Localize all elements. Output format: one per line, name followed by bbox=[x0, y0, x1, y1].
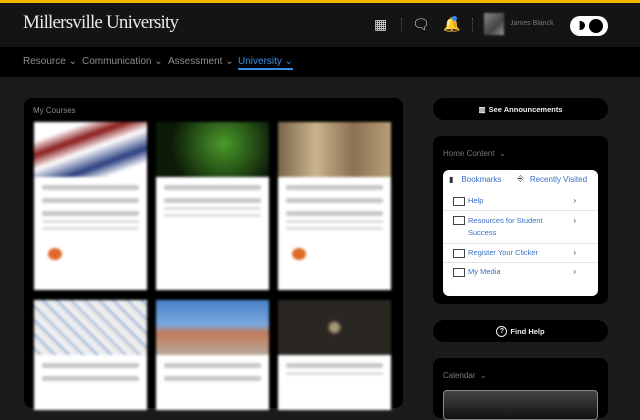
chevron-right-icon: › bbox=[573, 216, 576, 225]
list-item-resources[interactable]: Resources for Student Success › bbox=[443, 211, 598, 244]
nav-communication[interactable]: Communication ⌄ bbox=[82, 56, 163, 67]
panel-title: My Courses bbox=[33, 106, 76, 115]
nav-bar: Resource ⌄ Communication ⌄ Assessment ⌄ … bbox=[0, 47, 640, 77]
folder-icon bbox=[453, 268, 465, 277]
calendar-panel: Calendar ⌄ bbox=[433, 358, 608, 420]
course-card[interactable] bbox=[34, 300, 147, 410]
announcements-icon: ▥ bbox=[478, 104, 486, 114]
course-card[interactable] bbox=[34, 122, 147, 290]
home-content-panel: Home Content ⌄ ▮ Bookmarks ⎆ Recently Vi… bbox=[433, 136, 608, 304]
course-card[interactable] bbox=[278, 300, 391, 410]
see-announcements-button[interactable]: ▥ See Announcements bbox=[433, 98, 608, 120]
home-content-dropdown[interactable]: Home Content ⌄ bbox=[443, 149, 506, 158]
home-content-box: ▮ Bookmarks ⎆ Recently Visited Help › Res… bbox=[443, 170, 598, 296]
list-item-register-clicker[interactable]: Register Your Clicker › bbox=[443, 244, 598, 263]
calendar-widget[interactable] bbox=[443, 390, 598, 420]
bell-icon[interactable]: 🔔 bbox=[443, 16, 460, 33]
folder-icon bbox=[453, 197, 465, 206]
user-name[interactable]: James Blanck bbox=[510, 20, 554, 27]
course-card[interactable] bbox=[156, 122, 269, 290]
course-card[interactable] bbox=[278, 122, 391, 290]
course-card[interactable] bbox=[156, 300, 269, 410]
moon-icon bbox=[579, 21, 585, 30]
chevron-right-icon: › bbox=[573, 196, 576, 205]
calendar-dropdown[interactable]: Calendar ⌄ bbox=[443, 371, 487, 380]
tab-recently-visited[interactable]: Recently Visited bbox=[530, 175, 587, 184]
avatar[interactable] bbox=[484, 13, 504, 35]
chevron-right-icon: › bbox=[573, 248, 576, 257]
folder-icon bbox=[453, 216, 465, 225]
nav-assessment[interactable]: Assessment ⌄ bbox=[168, 56, 234, 67]
chevron-right-icon: › bbox=[573, 267, 576, 276]
grid-icon[interactable]: ▦ bbox=[374, 16, 387, 33]
logo[interactable]: Millersville University bbox=[23, 12, 179, 34]
find-help-button[interactable]: ? Find Help bbox=[433, 320, 608, 342]
list-item-help[interactable]: Help › bbox=[443, 192, 598, 211]
tab-bookmarks[interactable]: Bookmarks bbox=[461, 175, 501, 184]
header: Millersville University ▦ 🗨 🔔 James Blan… bbox=[0, 3, 640, 47]
divider bbox=[472, 18, 473, 32]
bookmark-icon: ▮ bbox=[449, 174, 454, 184]
nav-resource[interactable]: Resource ⌄ bbox=[23, 56, 77, 67]
divider bbox=[401, 18, 402, 32]
my-courses-panel: My Courses bbox=[24, 98, 403, 410]
list-item-my-media[interactable]: My Media › bbox=[443, 263, 598, 281]
help-icon: ? bbox=[496, 325, 508, 337]
folder-icon bbox=[453, 249, 465, 258]
dark-mode-toggle[interactable] bbox=[570, 16, 608, 36]
chat-icon[interactable]: 🗨 bbox=[412, 16, 430, 33]
nav-university[interactable]: University ⌄ bbox=[238, 56, 294, 70]
recently-visited-icon: ⎆ bbox=[517, 174, 524, 183]
